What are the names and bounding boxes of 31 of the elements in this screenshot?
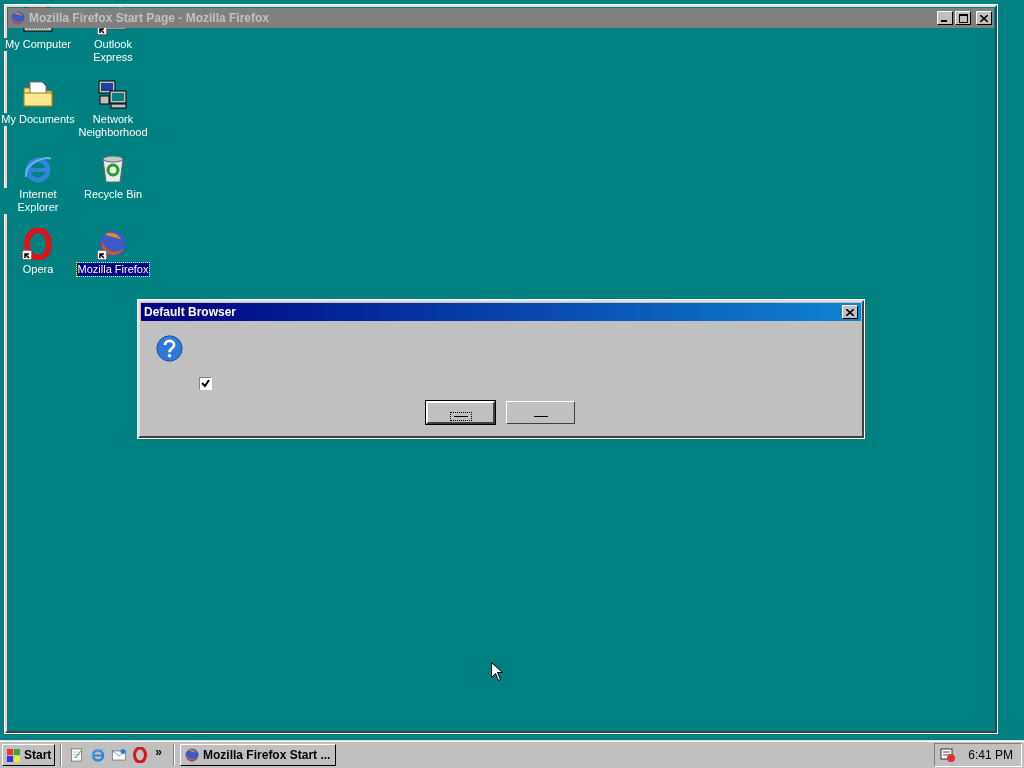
more-chevron[interactable]: » (155, 744, 163, 759)
question-icon (155, 334, 184, 363)
desktop-icon-label[interactable]: Recycle Bin (82, 188, 144, 201)
globe-fox-icon (97, 228, 129, 260)
dialog-title: Default Browser (144, 305, 238, 319)
minimize-button[interactable] (937, 11, 953, 25)
desktop-icon-label[interactable]: Network Neighborhood (76, 113, 150, 139)
close-button[interactable] (976, 11, 992, 25)
clock-time[interactable]: 6:41 PM (968, 747, 1013, 762)
dialog-button[interactable] (426, 401, 495, 424)
close-icon (846, 308, 854, 316)
mouse-pointer-icon (491, 662, 503, 681)
desktop-icon-label[interactable]: My Computer (4, 38, 72, 51)
checkbox[interactable] (199, 377, 212, 390)
window-app-icon (10, 10, 26, 26)
ring-o-icon (22, 228, 54, 260)
desktop-icon-label[interactable]: Opera (21, 263, 55, 276)
maximize-button[interactable] (955, 11, 971, 25)
taskbar-task-button[interactable]: Mozilla Firefox Start ... (180, 743, 337, 766)
close-button[interactable] (842, 305, 858, 319)
close-icon (980, 14, 988, 22)
scheduler-icon[interactable] (940, 746, 957, 763)
desktop-icon-label[interactable]: Mozilla Firefox (76, 263, 150, 276)
ring-o-icon[interactable] (132, 746, 149, 763)
dialog-button[interactable] (506, 401, 575, 424)
start-button[interactable]: Start (2, 743, 56, 766)
window-title: Mozilla Firefox Start Page - Mozilla Firefox (29, 11, 271, 25)
task-app-icon (184, 746, 201, 763)
desktop-icon-label[interactable]: My Documents (0, 113, 76, 126)
maximize-icon (958, 13, 968, 23)
windows-logo-icon (6, 746, 22, 763)
